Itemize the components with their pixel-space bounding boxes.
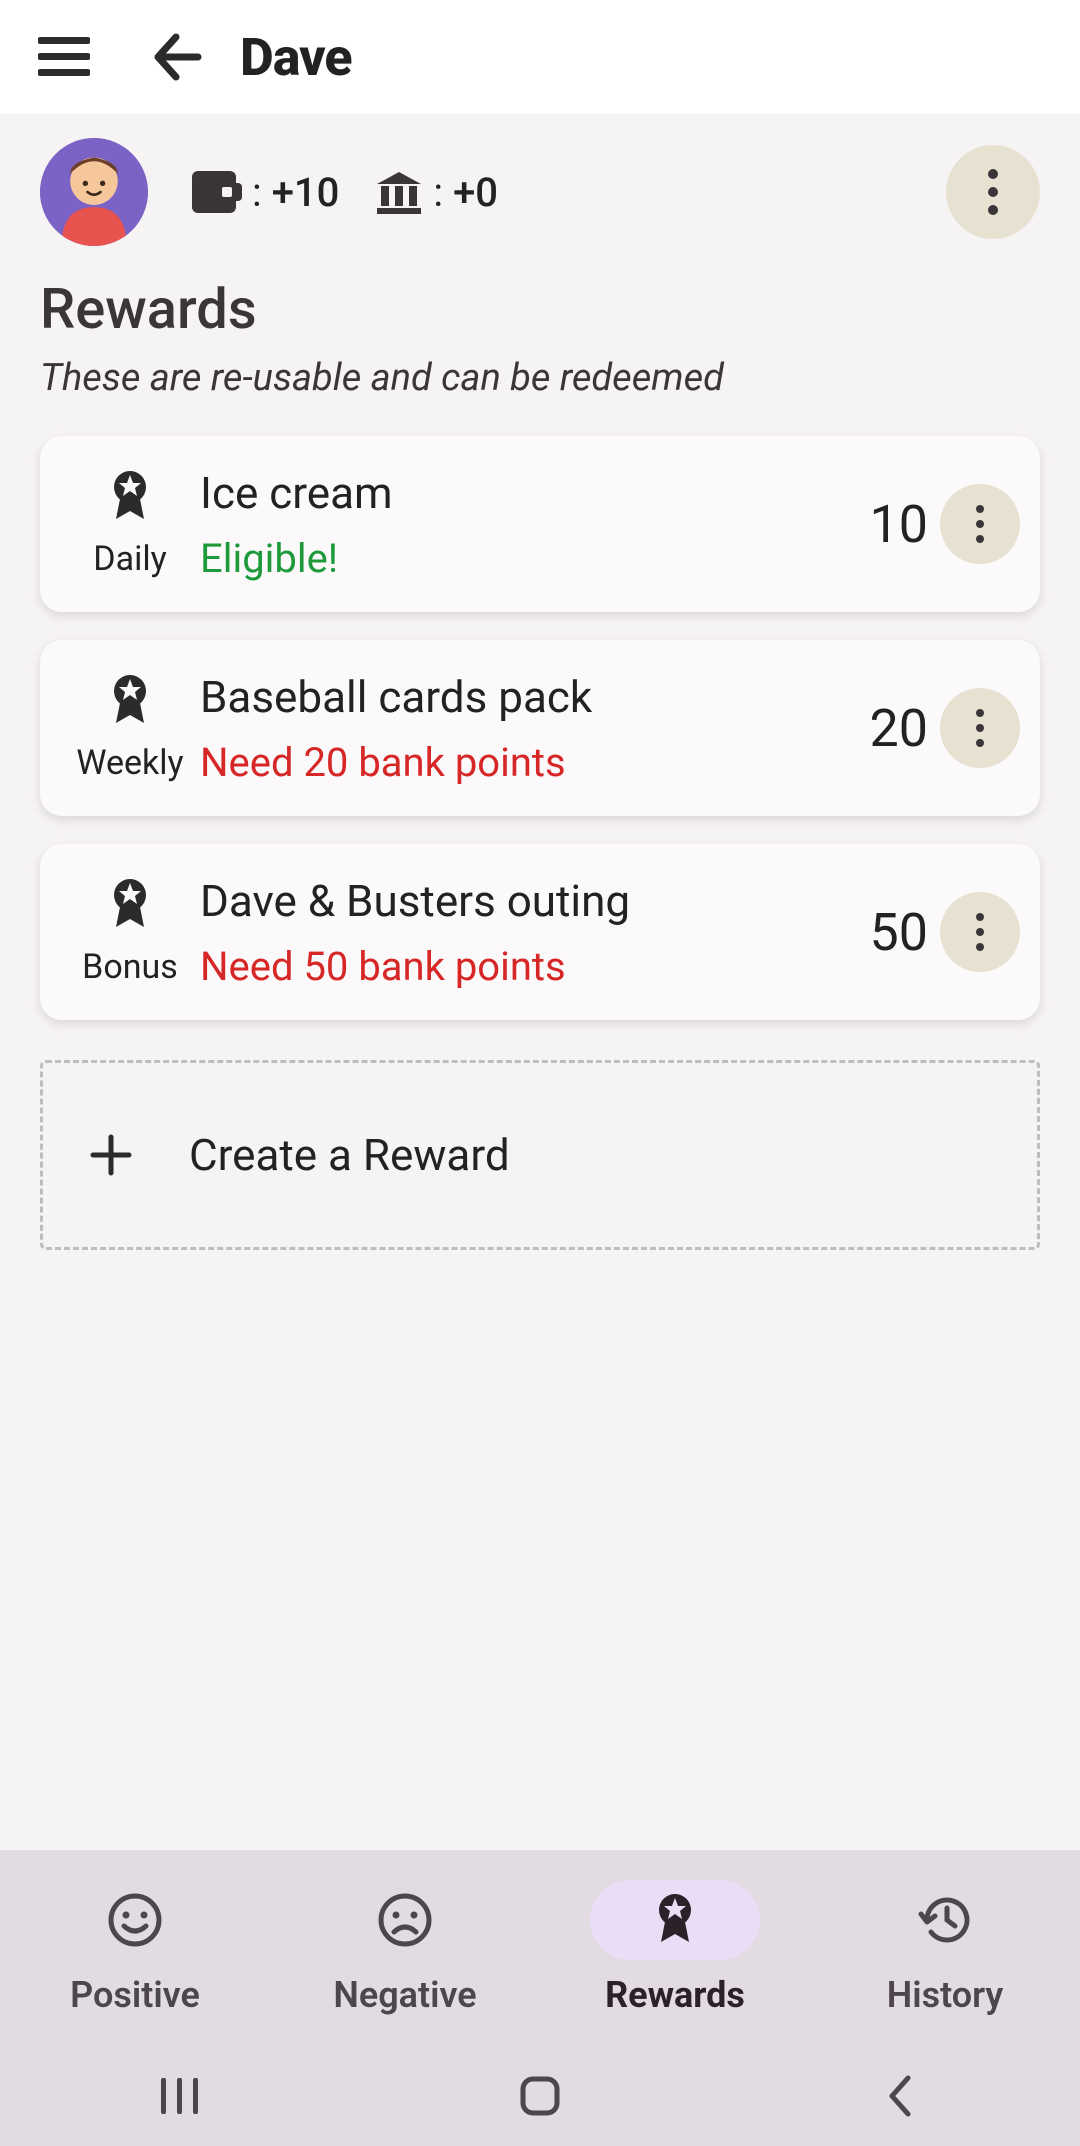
reward-card[interactable]: Weekly Baseball cards pack Need 20 bank … [40,640,1040,816]
menu-button[interactable] [32,25,96,89]
more-vertical-icon [987,168,999,216]
bottom-nav: Positive Negative Rewards [0,1850,1080,2046]
reward-title: Ice cream [200,467,848,519]
reward-title: Dave & Busters outing [200,875,848,927]
reward-more-button[interactable] [940,688,1020,768]
section-header: Rewards These are re-usable and can be r… [0,256,1080,408]
section-heading: Rewards [40,276,1040,342]
hamburger-icon [38,37,90,77]
system-recents-button[interactable] [80,2066,280,2126]
rewards-list: Daily Ice cream Eligible! 10 [0,408,1080,1020]
section-subtitle: These are re-usable and can be redeemed [40,356,1040,400]
reward-more-button[interactable] [940,892,1020,972]
wallet-value: +10 [272,169,340,216]
reward-badge-column: Daily [60,469,200,579]
reward-status: Need 20 bank points [200,739,848,786]
tab-label: History [887,1974,1004,2016]
wallet-separator: : [252,169,262,216]
recents-icon [159,2076,201,2116]
reward-frequency: Bonus [82,947,178,987]
page-title: Dave [240,27,352,88]
frown-icon [377,1892,433,1948]
history-icon [915,1892,975,1948]
reward-frequency: Weekly [76,743,183,783]
tab-label: Rewards [605,1974,745,2016]
wallet-stat: : +10 [192,169,339,216]
reward-points: 10 [848,494,928,555]
bank-separator: : [433,169,443,216]
main-content: : +10 : +0 Rew [0,114,1080,1850]
tab-positive[interactable]: Positive [0,1880,270,2016]
profile-row: : +10 : +0 [0,114,1080,256]
reward-badge-column: Bonus [60,877,200,987]
reward-frequency: Daily [93,539,166,579]
tab-history[interactable]: History [810,1880,1080,2016]
back-button[interactable] [144,25,208,89]
tab-rewards[interactable]: Rewards [540,1880,810,2016]
ribbon-icon [108,469,152,525]
more-vertical-icon [975,708,985,748]
plus-icon [89,1133,133,1177]
profile-stats: : +10 : +0 [192,169,498,216]
reward-points: 20 [848,698,928,759]
avatar-image [40,138,148,246]
tab-negative[interactable]: Negative [270,1880,540,2016]
system-home-button[interactable] [440,2066,640,2126]
more-vertical-icon [975,504,985,544]
bank-stat: : +0 [375,169,498,216]
home-icon [520,2076,560,2116]
reward-card[interactable]: Bonus Dave & Busters outing Need 50 bank… [40,844,1040,1020]
bank-value: +0 [453,169,498,216]
create-reward-button[interactable]: Create a Reward [40,1060,1040,1250]
wallet-icon [192,171,242,213]
reward-status: Need 50 bank points [200,943,848,990]
reward-status: Eligible! [200,535,848,582]
arrow-left-icon [148,29,204,85]
more-vertical-icon [975,912,985,952]
reward-points: 50 [848,902,928,963]
ribbon-icon [108,673,152,729]
system-nav-bar [0,2046,1080,2146]
reward-more-button[interactable] [940,484,1020,564]
system-back-button[interactable] [800,2066,1000,2126]
tab-label: Negative [333,1974,476,2016]
profile-more-button[interactable] [946,145,1040,239]
reward-badge-column: Weekly [60,673,200,783]
smile-icon [107,1892,163,1948]
create-reward-label: Create a Reward [189,1129,510,1181]
reward-card[interactable]: Daily Ice cream Eligible! 10 [40,436,1040,612]
avatar[interactable] [40,138,148,246]
ribbon-icon [108,877,152,933]
bank-icon [375,170,423,214]
app-bar: Dave [0,0,1080,114]
ribbon-icon [653,1892,697,1948]
reward-title: Baseball cards pack [200,671,848,723]
tab-label: Positive [70,1974,200,2016]
chevron-left-icon [886,2074,914,2118]
